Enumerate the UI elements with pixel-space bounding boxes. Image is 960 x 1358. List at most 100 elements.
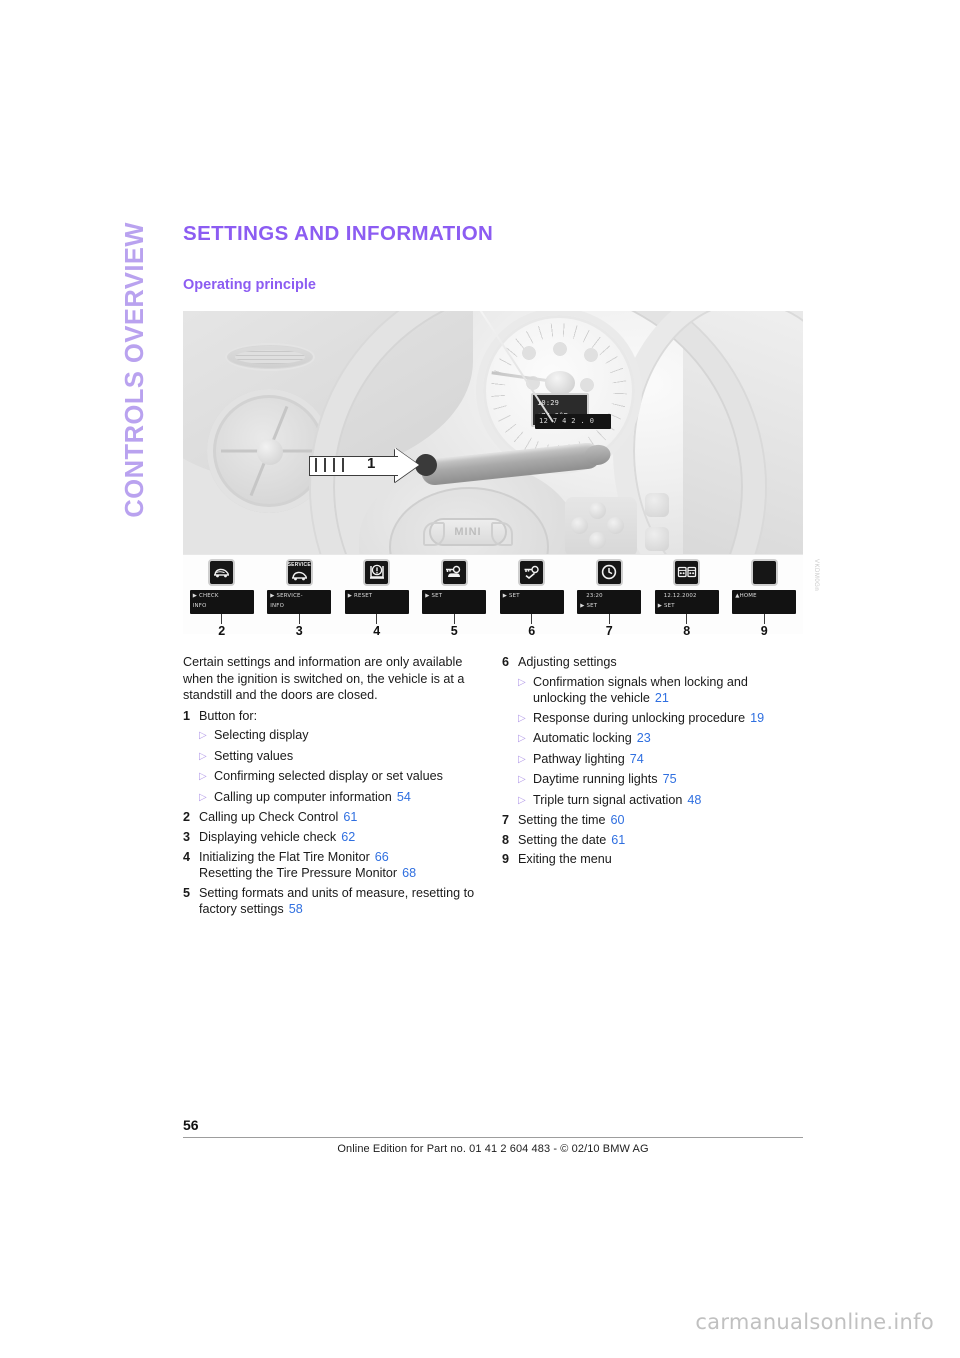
lcd-line1-2: CHECK — [199, 592, 219, 599]
tick-line-6 — [531, 613, 533, 624]
speedometer-hub — [545, 370, 575, 395]
lcd-cursor-2: ▶ — [192, 592, 198, 599]
bullet-1-2: ▷ Setting values — [183, 748, 484, 766]
page-ref[interactable]: 21 — [655, 691, 669, 705]
item-number-1: 1 — [183, 708, 191, 723]
operating-principle-figure: 10:29 +74.0°F 12 7 4 2 . 0 MINI — [183, 310, 819, 637]
tick-line-9 — [763, 613, 765, 624]
nozzle-hub — [257, 438, 283, 465]
page-ref[interactable]: 58 — [289, 902, 303, 916]
page-ref[interactable]: 23 — [637, 731, 651, 745]
bullet-label: Daytime running lights — [533, 772, 658, 787]
bullet-text: Pathway lighting 74 — [533, 751, 803, 769]
page-ref[interactable]: 75 — [663, 772, 677, 786]
lcd-cursor-6: ▶ — [502, 592, 508, 599]
lcd-chip-5: ▶ SET — [422, 589, 487, 614]
tick-line-2 — [221, 613, 223, 624]
dashboard-photo: 10:29 +74.0°F 12 7 4 2 . 0 MINI — [183, 310, 803, 554]
item-text-1: Button for: — [199, 708, 258, 723]
page-ref[interactable]: 62 — [341, 830, 355, 844]
item-number-3: 3 — [183, 829, 191, 844]
page-ref[interactable]: 61 — [343, 810, 357, 824]
site-watermark: carmanualsonline.info — [695, 1310, 934, 1334]
item-number-2: 2 — [183, 810, 191, 825]
tire-pressure-warning-icon — [363, 558, 391, 586]
bullet-label: Confirmation signals when locking and un… — [533, 674, 748, 706]
page-title: SETTINGS AND INFORMATION — [183, 222, 494, 245]
icon-column-5: ▶ SET 5 — [416, 558, 494, 638]
calendar-icon — [673, 558, 701, 586]
list-item-3: 3 Displaying vehicle check 62 — [183, 829, 484, 846]
lcd-line2-3: INFO — [270, 603, 285, 610]
bullet-6-4: ▷ Pathway lighting 74 — [502, 751, 803, 769]
tick-line-7 — [608, 613, 610, 624]
bullet-label: Pathway lighting — [533, 751, 625, 766]
item-number-6: 6 — [502, 654, 510, 669]
page-ref[interactable]: 74 — [630, 752, 644, 766]
page-ref[interactable]: 66 — [375, 850, 389, 864]
item-number-5: 5 — [183, 885, 191, 900]
item-label: Setting the date — [518, 832, 607, 847]
bullet-triangle-icon: ▷ — [199, 730, 207, 742]
lcd-line2-7: SET — [586, 603, 598, 610]
key-with-check-icon — [518, 558, 546, 586]
bullet-triangle-icon: ▷ — [518, 794, 526, 806]
bullet-text: Setting values — [214, 748, 294, 763]
item-text-6: Adjusting settings — [518, 654, 617, 669]
item-text-4: Initializing the Flat Tire Monitor 66 Res… — [199, 849, 484, 882]
bullet-text: Automatic locking 23 — [533, 730, 803, 748]
figure-code: VKDM0Gn — [813, 558, 819, 592]
bullet-triangle-icon: ▷ — [199, 771, 207, 783]
icon-number-5: 5 — [450, 623, 458, 638]
page-ref[interactable]: 61 — [611, 833, 625, 847]
bullet-text: Daytime running lights 75 — [533, 771, 803, 789]
list-item-4: 4 Initializing the Flat Tire Monitor 66 R… — [183, 849, 484, 882]
lcd-line1-5: SET — [431, 592, 443, 599]
service-word: SERVICE — [287, 561, 311, 568]
item-text-5: Setting formats and units of measure, re… — [199, 885, 484, 918]
page-ref[interactable]: 19 — [750, 711, 764, 725]
icon-column-8: 12.12.2002 ▶ SET 8 — [648, 558, 726, 638]
item-number-8: 8 — [502, 832, 510, 847]
tick-line-4 — [376, 613, 378, 624]
section-title: Operating principle — [183, 276, 316, 293]
lcd-chip-2: ▶ CHECK INFO — [189, 589, 254, 614]
bullet-text: Response during unlocking procedure 19 — [533, 710, 803, 728]
page-ref[interactable]: 48 — [687, 793, 701, 807]
steering-wheel-side-buttons — [645, 492, 671, 554]
bullet-triangle-icon: ▷ — [518, 676, 526, 688]
icon-number-3: 3 — [295, 623, 303, 638]
lcd-line1-7: 23:20 — [586, 592, 603, 599]
lcd-chip-8: 12.12.2002 ▶ SET — [654, 589, 719, 614]
page-ref-second[interactable]: 68 — [402, 866, 416, 880]
odometer-display: 12 7 4 2 . 0 — [535, 413, 611, 429]
page-number: 56 — [183, 1117, 199, 1133]
lcd-chip-4: ▶ RESET — [344, 589, 409, 614]
bullet-text: Confirmation signals when locking and un… — [533, 674, 803, 707]
chapter-tab-label: CONTROLS OVERVIEW — [121, 222, 150, 518]
page-ref[interactable]: 60 — [611, 813, 625, 827]
bullet-text: Triple turn signal activation 48 — [533, 792, 803, 810]
icon-column-6: ▶ SET 6 — [493, 558, 571, 638]
tick-line-8 — [686, 613, 688, 624]
lcd-chip-6: ▶ SET — [499, 589, 564, 614]
footer-rule — [183, 1137, 803, 1138]
callout-number-1: 1 — [367, 454, 376, 472]
icon-number-9: 9 — [760, 623, 768, 638]
page-ref[interactable]: 54 — [397, 790, 411, 804]
icon-column-4: ▶ RESET 4 — [338, 558, 416, 638]
icon-column-3: SERVICE ▶ SERVICE- INFO 3 — [261, 558, 339, 638]
icon-number-4: 4 — [373, 623, 381, 638]
tick-line-3 — [298, 613, 300, 624]
lcd-chip-3: ▶ SERVICE- INFO — [267, 589, 332, 614]
imprint-text: Online Edition for Part no. 01 41 2 604 … — [337, 1143, 649, 1155]
display-icon-strip: ▶ CHECK INFO 2 SERVICE ▶ SERVICE- INFO 3… — [183, 553, 803, 637]
wheel-button-right — [607, 516, 624, 534]
bullet-6-2: ▷ Response during unlocking procedure 19 — [502, 710, 803, 728]
bullet-triangle-icon: ▷ — [199, 791, 207, 803]
bullet-triangle-icon: ▷ — [518, 774, 526, 786]
bullet-triangle-icon: ▷ — [518, 753, 526, 765]
icon-number-8: 8 — [683, 623, 691, 638]
item-number-7: 7 — [502, 813, 510, 828]
item-text-8: Setting the date 61 — [518, 832, 803, 849]
